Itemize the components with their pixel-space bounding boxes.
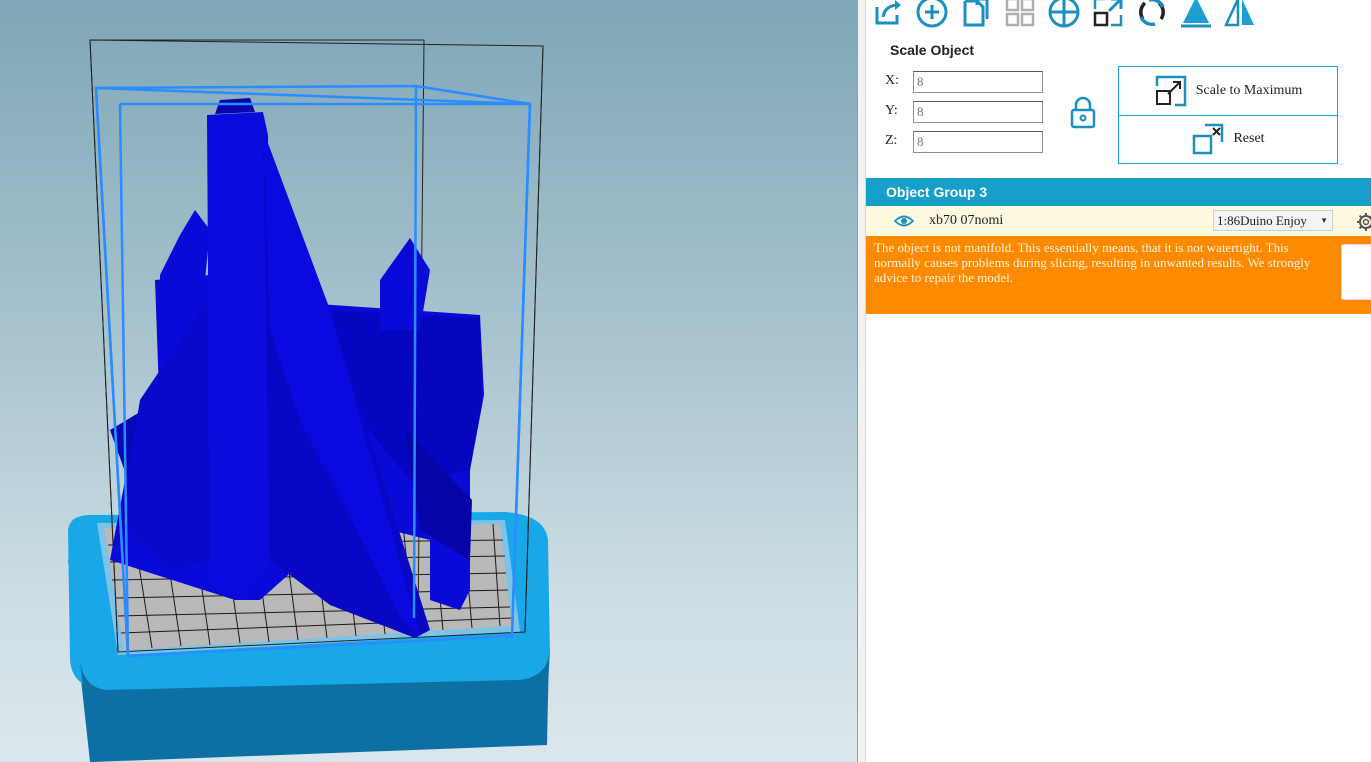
scale-x-input[interactable]	[913, 71, 1043, 93]
y-label: Y:	[885, 103, 898, 118]
reset-button[interactable]: Reset	[1119, 115, 1337, 163]
scale-icon	[1093, 0, 1123, 27]
object-name: xb70 07nomi	[929, 213, 1004, 228]
rotate-icon	[1139, 0, 1165, 27]
non-manifold-warning: The object is not manifold. This essenti…	[866, 236, 1371, 314]
object-row[interactable]: xb70 07nomi 1:86Duino Enjoy ▼	[866, 206, 1371, 236]
grid-arrange-icon	[1005, 0, 1035, 27]
printer-select-value: 1:86Duino Enjoy	[1217, 213, 1307, 228]
land-icon	[1181, 0, 1211, 28]
reset-label: Reset	[1233, 131, 1265, 146]
repair-button[interactable]	[1341, 244, 1371, 300]
scale-z-input[interactable]	[913, 131, 1043, 153]
eye-icon[interactable]	[894, 214, 914, 228]
gear-icon[interactable]	[1356, 212, 1371, 232]
scene-canvas[interactable]	[0, 0, 857, 762]
add-object-icon	[916, 0, 948, 28]
export-icon	[875, 0, 901, 25]
printer-select[interactable]: 1:86Duino Enjoy ▼	[1213, 210, 1333, 231]
add-object-button[interactable]	[914, 0, 950, 30]
mirror-icon	[1224, 0, 1254, 27]
land-button[interactable]	[1178, 0, 1214, 30]
copy-icon	[963, 0, 989, 27]
rotate-button[interactable]	[1134, 0, 1170, 30]
object-group-header[interactable]: Object Group 3	[866, 178, 1371, 206]
copy-button[interactable]	[958, 0, 994, 30]
scale-button[interactable]	[1090, 0, 1126, 30]
object-panel: Scale Object X: Y: Z: Scale to Maximum R…	[866, 0, 1371, 762]
export-button[interactable]	[870, 0, 906, 30]
scale-maximum-icon	[1155, 75, 1186, 107]
center-icon	[1048, 0, 1080, 28]
arrange-button[interactable]	[1002, 0, 1038, 30]
mirror-button[interactable]	[1222, 0, 1258, 30]
center-button[interactable]	[1046, 0, 1082, 30]
z-label: Z:	[885, 133, 898, 148]
3d-viewport[interactable]	[0, 0, 857, 762]
x-label: X:	[885, 73, 899, 88]
object-toolbar	[866, 0, 1371, 34]
scale-to-maximum-button[interactable]: Scale to Maximum	[1119, 67, 1337, 116]
scale-buttons-group: Scale to Maximum Reset	[1118, 66, 1338, 164]
reset-scale-icon	[1193, 123, 1224, 155]
scale-y-input[interactable]	[913, 101, 1043, 123]
warning-text: The object is not manifold. This essenti…	[874, 240, 1311, 285]
panel-splitter[interactable]	[857, 0, 866, 762]
lock-icon[interactable]	[1070, 96, 1096, 130]
chevron-down-icon: ▼	[1320, 216, 1328, 225]
scale-to-maximum-label: Scale to Maximum	[1195, 83, 1303, 98]
scale-object-title: Scale Object	[890, 42, 975, 58]
